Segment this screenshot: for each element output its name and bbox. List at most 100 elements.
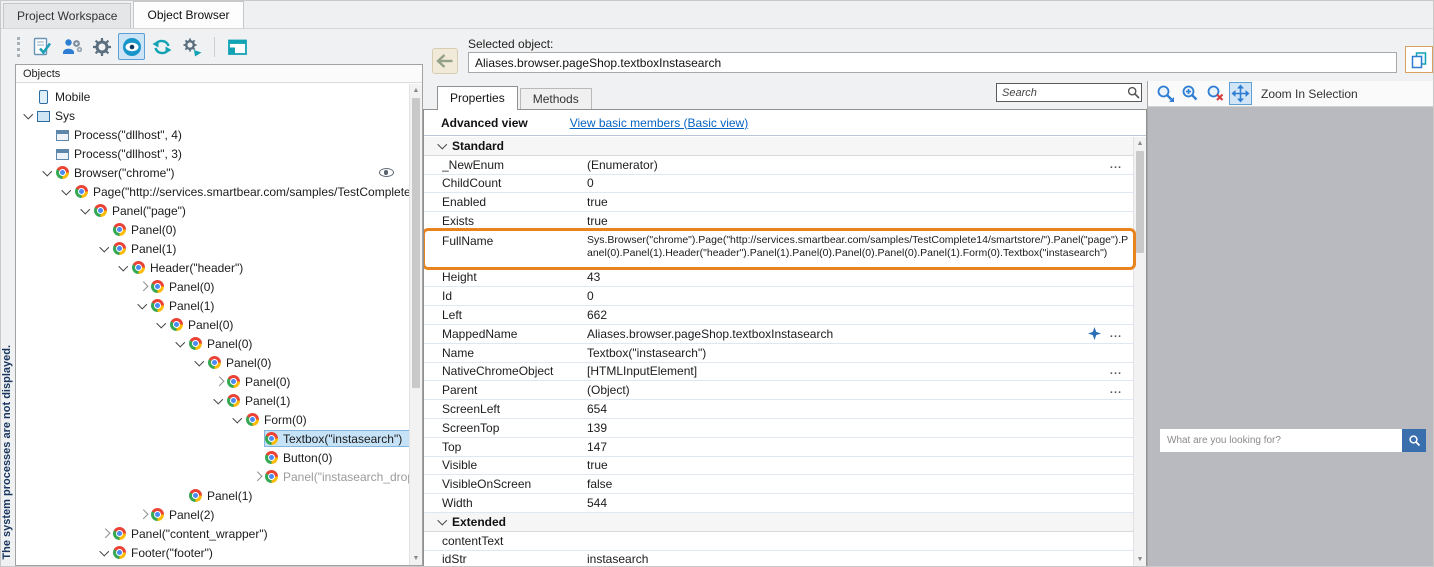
chevron-expanded-icon[interactable] [136, 299, 150, 313]
refresh-button[interactable] [148, 33, 175, 60]
scroll-down-arrow-icon[interactable]: ▼ [1134, 553, 1146, 566]
ellipsis-button[interactable]: ... [1103, 365, 1133, 377]
chevron-collapsed-icon[interactable] [136, 280, 150, 294]
section-header[interactable]: Extended [424, 513, 1133, 532]
property-row[interactable]: Parent(Object)... [424, 381, 1133, 400]
tree-item[interactable]: Panel(0) [16, 277, 409, 296]
properties-scrollbar-thumb[interactable] [1136, 151, 1144, 253]
inspector-searchbox[interactable] [996, 83, 1142, 102]
copy-button[interactable] [1405, 46, 1433, 73]
property-row[interactable]: NativeChromeObject[HTMLInputElement]... [424, 363, 1133, 382]
tree-item[interactable]: Panel("instasearch_drop' [16, 467, 409, 486]
settings-gear-button[interactable] [88, 33, 115, 60]
chevron-expanded-icon[interactable] [174, 337, 188, 351]
properties-scrollbar[interactable]: ▲ ▼ [1133, 137, 1146, 566]
tree-item[interactable]: Footer("footer") [16, 543, 409, 562]
tree-item[interactable]: Textbox("instasearch") [16, 429, 409, 448]
toolbar-drag-handle[interactable] [17, 37, 20, 57]
zoom-in-button[interactable] [1179, 82, 1202, 105]
scroll-up-arrow-icon[interactable]: ▲ [1134, 137, 1146, 150]
tree-item[interactable]: Sys [16, 106, 409, 125]
property-row[interactable]: Top147 [424, 438, 1133, 457]
tree-item[interactable]: Page("http://services.smartbear.com/samp… [16, 182, 409, 201]
panels-button[interactable] [224, 33, 251, 60]
chevron-expanded-icon[interactable] [436, 139, 450, 153]
tree-scrollbar[interactable]: ▲ ▼ [409, 84, 422, 565]
back-button[interactable] [432, 48, 458, 74]
tree-item[interactable]: Panel(1) [16, 239, 409, 258]
property-row[interactable]: Height43 [424, 269, 1133, 288]
chevron-expanded-icon[interactable] [98, 242, 112, 256]
chevron-expanded-icon[interactable] [22, 109, 36, 123]
tree-item[interactable]: Panel(0) [16, 220, 409, 239]
ellipsis-button[interactable]: ... [1103, 384, 1133, 396]
eye-icon[interactable] [379, 168, 394, 177]
property-row[interactable]: Width544 [424, 494, 1133, 513]
property-row[interactable]: Visibletrue [424, 457, 1133, 476]
chevron-expanded-icon[interactable] [41, 166, 55, 180]
tree-item[interactable]: Button(0) [16, 448, 409, 467]
property-row[interactable]: Existstrue [424, 212, 1133, 231]
tree-item[interactable]: Process("dllhost", 3) [16, 144, 409, 163]
checklist-button[interactable] [28, 33, 55, 60]
chevron-expanded-icon[interactable] [231, 413, 245, 427]
chevron-expanded-icon[interactable] [436, 515, 450, 529]
scroll-up-arrow-icon[interactable]: ▲ [410, 84, 422, 97]
chevron-expanded-icon[interactable] [98, 546, 112, 560]
chevron-expanded-icon[interactable] [60, 185, 74, 199]
chevron-expanded-icon[interactable] [117, 261, 131, 275]
property-row[interactable]: contentText [424, 532, 1133, 551]
selected-object-input[interactable] [468, 52, 1397, 73]
property-row[interactable]: Enabledtrue [424, 193, 1133, 212]
chevron-collapsed-icon[interactable] [136, 508, 150, 522]
tree-item[interactable]: Panel(0) [16, 315, 409, 334]
property-row[interactable]: FullNameSys.Browser("chrome").Page("http… [424, 231, 1133, 269]
property-row[interactable]: Id0 [424, 287, 1133, 306]
chevron-collapsed-icon[interactable] [117, 565, 131, 566]
tab-project-workspace[interactable]: Project Workspace [3, 3, 131, 28]
chevron-expanded-icon[interactable] [79, 204, 93, 218]
tab-object-browser[interactable]: Object Browser [133, 1, 243, 28]
scroll-down-arrow-icon[interactable]: ▼ [410, 552, 422, 565]
tree-item[interactable]: Panel(0) [16, 334, 409, 353]
property-row[interactable]: idStrinstasearch [424, 551, 1133, 566]
ellipsis-button[interactable]: ... [1103, 328, 1133, 340]
fit-to-selection-button[interactable] [1229, 82, 1252, 105]
property-row[interactable]: Left662 [424, 306, 1133, 325]
run-settings-button[interactable] [178, 33, 205, 60]
search-input[interactable] [997, 87, 1125, 99]
tab-methods[interactable]: Methods [520, 88, 592, 109]
tree-item[interactable]: Browser("chrome") [16, 163, 409, 182]
tree-item[interactable]: Panel("content_wrapper") [16, 524, 409, 543]
chevron-expanded-icon[interactable] [212, 394, 226, 408]
tree-item[interactable]: Header("header") [16, 258, 409, 277]
user-gears-button[interactable] [58, 33, 85, 60]
tree-item[interactable]: Panel(0) [16, 372, 409, 391]
zoom-cancel-button[interactable] [1204, 82, 1227, 105]
tab-properties[interactable]: Properties [437, 86, 518, 110]
preview-search-button[interactable] [1402, 429, 1426, 452]
tree-item[interactable]: Panel(2) [16, 505, 409, 524]
basic-view-link[interactable]: View basic members (Basic view) [570, 116, 749, 130]
tree-item[interactable]: Panel(1) [16, 391, 409, 410]
property-row[interactable]: NameTextbox("instasearch") [424, 344, 1133, 363]
property-row[interactable]: ScreenLeft654 [424, 400, 1133, 419]
ellipsis-button[interactable]: ... [1103, 159, 1133, 171]
chevron-expanded-icon[interactable] [155, 318, 169, 332]
tree-item[interactable]: Form(0) [16, 410, 409, 429]
tree-item[interactable] [16, 562, 409, 565]
map-icon[interactable] [1086, 327, 1103, 340]
chevron-collapsed-icon[interactable] [250, 470, 264, 484]
property-row[interactable]: ScreenTop139 [424, 419, 1133, 438]
chevron-expanded-icon[interactable] [193, 356, 207, 370]
tree-item[interactable]: Panel("page") [16, 201, 409, 220]
tree-scrollbar-thumb[interactable] [412, 98, 420, 388]
chevron-collapsed-icon[interactable] [98, 527, 112, 541]
property-row[interactable]: MappedNameAliases.browser.pageShop.textb… [424, 325, 1133, 344]
zoom-select-button[interactable] [1154, 82, 1177, 105]
preview-search-input[interactable] [1160, 429, 1402, 452]
property-row[interactable]: VisibleOnScreenfalse [424, 475, 1133, 494]
tree-item[interactable]: Panel(1) [16, 296, 409, 315]
chevron-collapsed-icon[interactable] [212, 375, 226, 389]
tree-item[interactable]: Panel(1) [16, 486, 409, 505]
